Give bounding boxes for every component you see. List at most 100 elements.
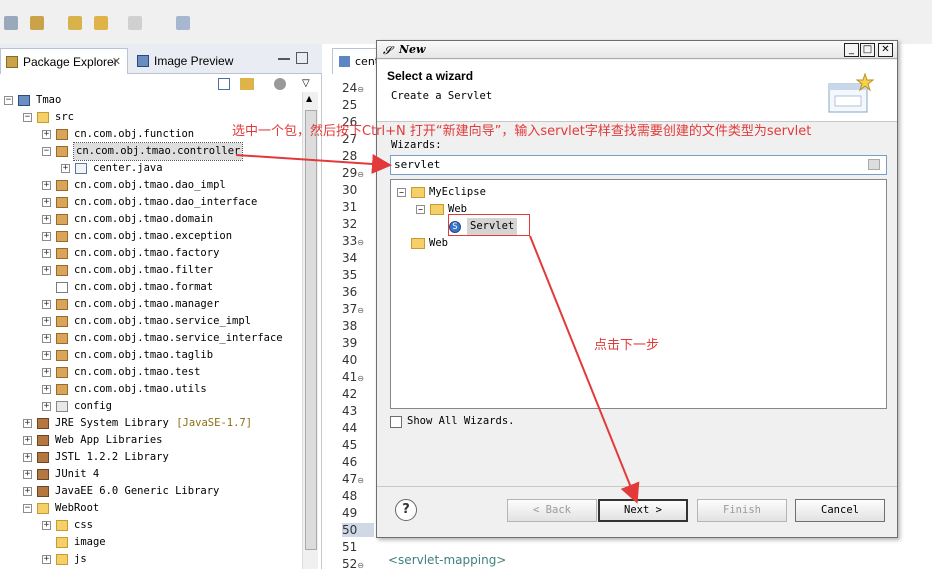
expand-icon[interactable]: + [42,130,51,139]
toolbar-icon[interactable] [30,16,44,30]
line-number: 34 [342,251,374,265]
tree-item-label: WebRoot [55,502,100,514]
scrollbar-thumb[interactable] [305,110,317,550]
collapse-icon[interactable]: − [23,113,32,122]
line-number-text: 30 [342,183,358,197]
tree-item-label: js [74,553,87,565]
expand-icon[interactable]: + [42,181,51,190]
clear-filter-icon[interactable] [868,159,880,170]
fold-icon[interactable]: ⊖ [357,170,364,179]
view-menu-icon[interactable] [274,78,286,90]
tree-item-label: cn.com.obj.tmao.taglib [74,349,214,361]
folder-open-icon [411,238,425,249]
line-number: 46 [342,455,374,469]
expand-icon[interactable]: + [23,436,32,445]
line-number: 24⊖ [342,81,374,95]
filter-value: servlet [394,158,441,171]
expand-icon[interactable]: + [42,215,51,224]
fold-icon[interactable]: ⊖ [357,374,364,383]
tree-item-label: cn.com.obj.tmao.dao_impl [74,179,226,191]
line-number: 52⊖ [342,557,374,569]
tab-package-explorer[interactable]: Package Explorer ✕ [0,48,128,74]
wizard-tree-label: Web [429,237,448,249]
tab-image-preview[interactable]: Image Preview [132,48,272,74]
tree-item-label: cn.com.obj.tmao.test [74,366,201,378]
package-icon [56,146,68,157]
expand-icon[interactable]: + [23,453,32,462]
package-icon [56,299,68,310]
close-button[interactable]: ✕ [878,43,893,57]
project-tree: − Tmao − src + cn.com.obj.function − cn.com.obj… [0,92,300,569]
line-number: 32 [342,217,374,231]
explorer-tab-bar: Package Explorer ✕ Image Preview [0,44,322,74]
maximize-button[interactable]: □ [860,43,875,57]
finish-button[interactable]: Finish [697,499,787,522]
expand-icon[interactable]: + [42,385,51,394]
toolbar-icon[interactable] [68,16,82,30]
fold-icon[interactable]: ⊖ [357,238,364,247]
wizard-tree-label: MyEclipse [429,186,486,198]
chevron-down-icon[interactable]: ▽ [302,78,310,89]
collapse-icon[interactable]: − [23,504,32,513]
minimize-button[interactable]: _ [844,43,859,57]
tree-item-label: cn.com.obj.function [74,128,195,140]
expand-icon[interactable]: + [23,487,32,496]
expand-icon[interactable]: + [42,334,51,343]
expand-icon[interactable]: + [42,317,51,326]
collapse-icon[interactable]: − [4,96,13,105]
minimize-view-icon[interactable] [278,58,290,60]
maximize-view-icon[interactable] [296,52,308,64]
line-number-text: 46 [342,455,358,469]
explorer-scrollbar[interactable]: ▲ [302,92,318,569]
expand-icon[interactable]: + [23,419,32,428]
back-button[interactable]: < Back [507,499,597,522]
back-arrow-icon[interactable] [94,16,108,30]
forward-arrow-icon[interactable] [128,16,142,30]
link-with-editor-icon[interactable] [240,78,254,90]
fold-icon[interactable]: ⊖ [357,561,364,569]
collapse-all-icon[interactable] [218,78,230,90]
wizard-filter-input[interactable]: servlet [390,155,887,175]
expand-icon[interactable]: + [42,249,51,258]
expand-icon[interactable]: + [42,521,51,530]
expand-icon[interactable]: + [42,402,51,411]
expand-icon[interactable]: + [42,232,51,241]
line-number-text: 31 [342,200,358,214]
tree-item-label: cn.com.obj.tmao.dao_interface [74,196,258,208]
expand-icon[interactable]: + [61,164,70,173]
close-icon[interactable]: ✕ [112,55,121,68]
line-number: 51 [342,540,374,554]
fold-icon[interactable]: ⊖ [357,85,364,94]
expand-icon[interactable]: + [23,470,32,479]
editor-tab[interactable]: cent [332,48,382,74]
highlight-box [448,214,530,236]
expand-icon[interactable]: + [42,555,51,564]
tree-item-label: cn.com.obj.tmao.controller [72,142,244,161]
package-icon [56,333,68,344]
collapse-icon[interactable]: − [42,147,51,156]
collapse-icon[interactable]: − [397,188,406,197]
expand-icon[interactable]: + [42,368,51,377]
toolbar-icon[interactable] [176,16,190,30]
line-number-text: 52 [342,557,358,569]
fold-icon[interactable]: ⊖ [357,306,364,315]
scroll-up-icon[interactable]: ▲ [306,94,312,103]
line-number: 48 [342,489,374,503]
expand-icon[interactable]: + [42,351,51,360]
collapse-icon[interactable]: − [416,205,425,214]
help-icon[interactable]: ? [395,499,417,521]
java-file-icon [75,163,87,174]
line-number-text: 38 [342,319,358,333]
checkbox[interactable] [390,416,402,428]
dialog-subheading: Create a Servlet [391,90,493,102]
next-button[interactable]: Next > [598,499,688,522]
line-number-text: 25 [342,98,358,112]
expand-icon[interactable]: + [42,266,51,275]
cancel-button[interactable]: Cancel [795,499,885,522]
fold-icon[interactable]: ⊖ [357,476,364,485]
folder-icon [37,503,49,514]
expand-icon[interactable]: + [42,198,51,207]
toolbar-icon[interactable] [4,16,18,30]
line-number: 28 [342,149,374,163]
expand-icon[interactable]: + [42,300,51,309]
